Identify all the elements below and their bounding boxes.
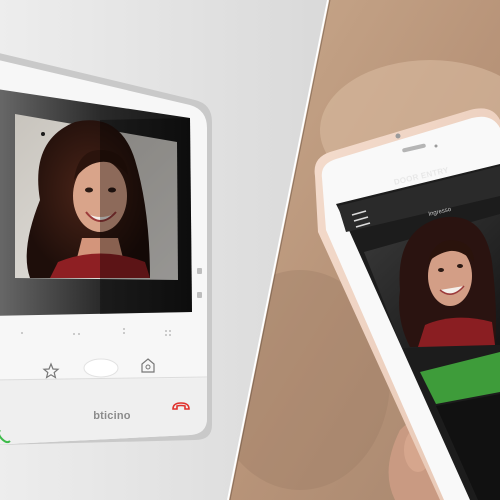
phone-hangup-icon bbox=[172, 402, 190, 410]
brand-logo: bticino bbox=[93, 410, 131, 422]
photo-scene bbox=[0, 0, 500, 500]
scene-graphic bbox=[0, 0, 500, 500]
menu-button[interactable] bbox=[348, 206, 372, 230]
star-icon bbox=[42, 362, 60, 379]
intercom-button[interactable] bbox=[137, 355, 159, 377]
phone-answer-bar[interactable] bbox=[425, 356, 500, 400]
intercom-icon bbox=[141, 358, 155, 373]
home-button[interactable] bbox=[84, 358, 118, 378]
hangup-button[interactable] bbox=[170, 398, 192, 414]
star-button[interactable] bbox=[40, 360, 62, 382]
answer-button[interactable] bbox=[0, 426, 14, 446]
phone-answer-icon bbox=[0, 430, 11, 444]
hamburger-icon bbox=[348, 206, 372, 230]
